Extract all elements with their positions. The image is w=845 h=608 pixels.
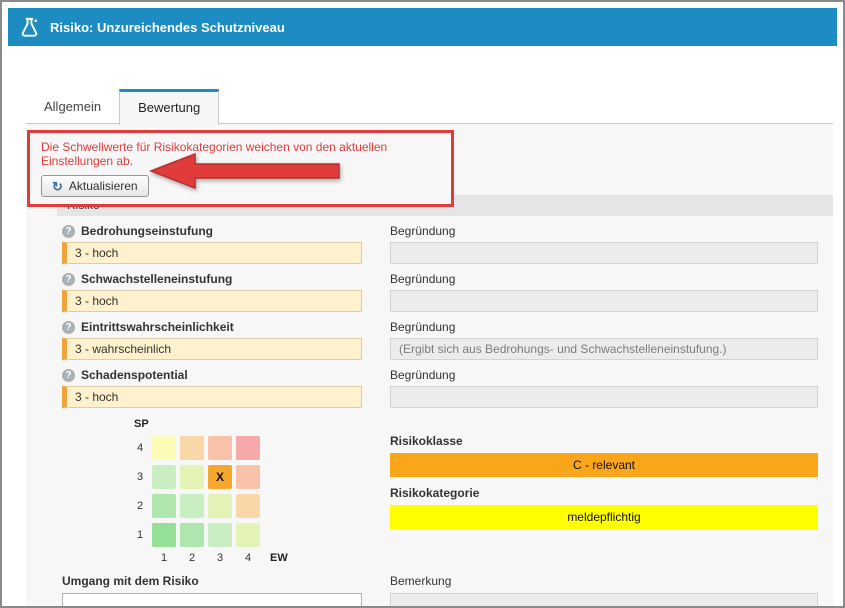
refresh-icon: ↻ [52,180,63,193]
schwachstelleneinstufung-input[interactable]: 3 - hoch [62,290,362,312]
matrix-cell [152,523,176,547]
titlebar: Risiko: Unzureichendes Schutzniveau [8,8,837,46]
annotation-arrow [149,151,341,191]
field-label: ? Eintrittswahrscheinlichkeit [62,319,362,335]
matrix-row-label: 1 [132,529,148,541]
app-icon [18,16,41,39]
matrix-col-label: 4 [236,552,260,564]
matrix-cell [152,494,176,518]
matrix-cell [208,523,232,547]
classification-column: Risikoklasse C - relevant Risikokategori… [390,418,818,564]
field-label: ? Schadenspotential [62,367,362,383]
help-icon[interactable]: ? [62,273,75,286]
matrix-cell [180,465,204,489]
matrix-cell [180,436,204,460]
matrix-x-axis-label: EW [270,552,288,564]
matrix-row: 3X [132,465,362,489]
help-icon[interactable]: ? [62,321,75,334]
field-label: ? Schwachstelleneinstufung [62,271,362,287]
field-label-text: Eintrittswahrscheinlichkeit [81,320,234,334]
risk-category-label: Risikokategorie [390,486,818,500]
matrix-row: 4 [132,436,362,460]
help-icon[interactable]: ? [62,369,75,382]
tab-bewertung[interactable]: Bewertung [119,89,219,125]
matrix-col-label: 2 [180,552,204,564]
matrix-row: 2 [132,494,362,518]
matrix-cell [208,436,232,460]
bemerkung-label: Bemerkung [390,574,818,590]
begruendung-label: Begründung [390,223,818,239]
help-icon[interactable]: ? [62,225,75,238]
field-row-schwachstelle: ? Schwachstelleneinstufung 3 - hoch Begr… [62,271,818,312]
matrix-col-label: 3 [208,552,232,564]
matrix-and-classification: SP 43X21 1234EW Risikoklasse C - relevan… [62,418,818,564]
matrix-cell [236,436,260,460]
matrix-col-label: 1 [152,552,176,564]
schadenspotential-input[interactable]: 3 - hoch [62,386,362,408]
aktualisieren-button[interactable]: ↻ Aktualisieren [41,175,149,197]
risk-class-label: Risikoklasse [390,434,818,448]
field-label-text: Schadenspotential [81,368,188,382]
risiko-section: Risiko ? Bedrohungseinstufung 3 - hoch B… [57,195,833,606]
eintritt-begruendung-input[interactable]: (Ergibt sich aus Bedrohungs- und Schwach… [390,338,818,360]
aktualisieren-button-label: Aktualisieren [69,179,138,193]
umgang-select[interactable] [62,593,362,608]
matrix-row: 1 [132,523,362,547]
bedrohungseinstufung-input[interactable]: 3 - hoch [62,242,362,264]
matrix-cell [208,494,232,518]
matrix-col-labels: 1234 EW [132,552,362,564]
schwachstelle-begruendung-input[interactable] [390,290,818,312]
matrix-cell [236,465,260,489]
field-row-bedrohung: ? Bedrohungseinstufung 3 - hoch Begründu… [62,223,818,264]
field-row-eintritt: ? Eintrittswahrscheinlichkeit 3 - wahrsc… [62,319,818,360]
matrix-cell [152,436,176,460]
matrix-row-label: 2 [132,500,148,512]
begruendung-label: Begründung [390,319,818,335]
tab-bar: Allgemein Bewertung [26,89,219,124]
matrix-cell [236,494,260,518]
matrix-cell [152,465,176,489]
risk-matrix-grid: 43X21 [132,436,362,547]
section-body: ? Bedrohungseinstufung 3 - hoch Begründu… [57,223,833,608]
matrix-cell [180,523,204,547]
matrix-row-label: 3 [132,471,148,483]
field-row-schaden: ? Schadenspotential 3 - hoch Begründung [62,367,818,408]
matrix-row-label: 4 [132,442,148,454]
matrix-cell-selected: X [208,465,232,489]
umgang-label: Umgang mit dem Risiko [62,574,362,590]
begruendung-label: Begründung [390,367,818,383]
field-label-text: Schwachstelleneinstufung [81,272,232,286]
eintrittswahrscheinlichkeit-input[interactable]: 3 - wahrscheinlich [62,338,362,360]
risk-class-bar: C - relevant [390,453,818,477]
matrix-cell [180,494,204,518]
matrix-y-axis-label: SP [134,418,362,430]
bedrohung-begruendung-input[interactable] [390,242,818,264]
begruendung-label: Begründung [390,271,818,287]
schaden-begruendung-input[interactable] [390,386,818,408]
field-label-text: Bedrohungseinstufung [81,224,213,238]
field-label: ? Bedrohungseinstufung [62,223,362,239]
risk-category-bar: meldepflichtig [390,505,818,529]
matrix-cell [236,523,260,547]
window-title: Risiko: Unzureichendes Schutzniveau [50,20,285,35]
tab-allgemein[interactable]: Allgemein [26,89,119,124]
app-window: Risiko: Unzureichendes Schutzniveau Allg… [0,0,845,608]
risk-matrix: SP 43X21 1234EW [132,418,362,564]
bottom-row: Umgang mit dem Risiko Bemerkung [62,574,818,608]
bemerkung-input[interactable] [390,593,818,608]
